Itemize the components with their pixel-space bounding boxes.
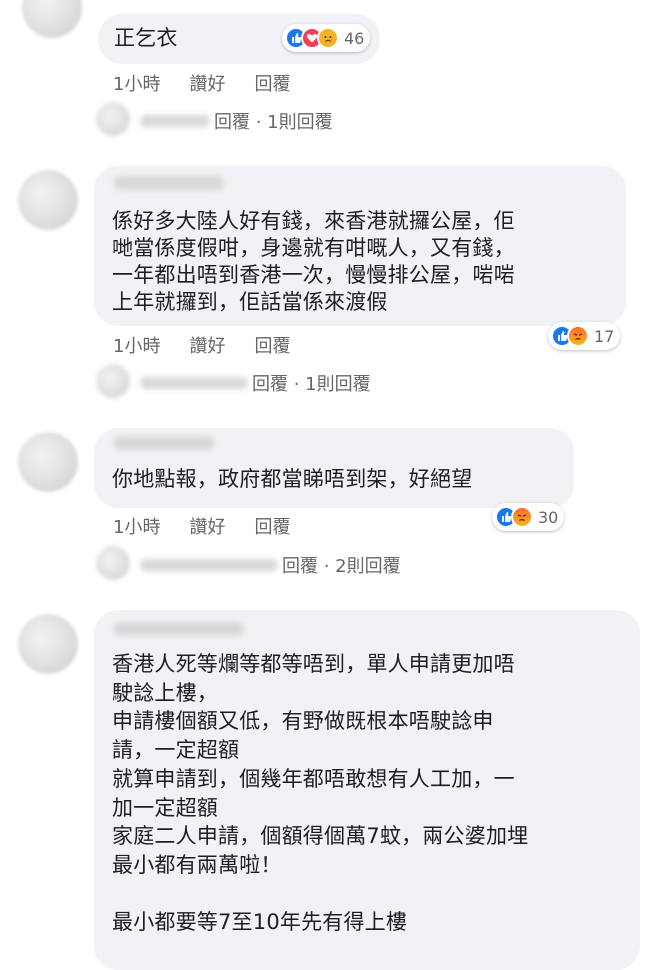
like-button[interactable]: 讚好: [189, 70, 225, 96]
view-replies-link[interactable]: 回覆 · 1則回覆: [140, 370, 371, 396]
commenter-name-blurred: [114, 436, 214, 450]
commenter-avatar[interactable]: [18, 432, 78, 492]
reply-author-blurred: [140, 559, 278, 571]
commenter-avatar[interactable]: [18, 614, 78, 674]
reply-avatar: [96, 102, 130, 136]
commenter-name-blurred: [114, 622, 244, 636]
reply-author-blurred: [140, 377, 248, 389]
comment-actions: 1小時 讚好 回覆: [113, 70, 290, 96]
reaction-summary[interactable]: 17: [548, 322, 621, 350]
commenter-avatar[interactable]: [22, 0, 82, 38]
reply-button[interactable]: 回覆: [254, 332, 290, 358]
reaction-count: 17: [594, 326, 615, 346]
reply-summary: 回覆 · 2則回覆: [282, 556, 401, 577]
reply-summary: 回覆 · 1則回覆: [214, 112, 333, 133]
reaction-summary[interactable]: 30: [492, 503, 565, 531]
comment-bubble: 香港人死等爛等都等唔到，單人申請更加唔 駛諗上樓， 申請樓個額又低，有野做既根本…: [94, 610, 640, 970]
like-button[interactable]: 讚好: [189, 513, 225, 539]
comment-text: 你地點報，政府都當睇唔到架，好絕望: [112, 467, 473, 491]
reply-avatar: [96, 546, 130, 580]
comment-bubble: 你地點報，政府都當睇唔到架，好絕望: [94, 428, 574, 508]
reaction-count: 30: [538, 507, 559, 527]
sad-reaction-icon: [317, 27, 339, 49]
reaction-count: 46: [344, 28, 365, 48]
comment-actions: 1小時 讚好 回覆: [113, 513, 290, 539]
comment-time[interactable]: 1小時: [113, 513, 160, 539]
view-replies-link[interactable]: 回覆 · 1則回覆: [140, 108, 333, 134]
comment-text: 正乞衣: [114, 26, 178, 50]
commenter-avatar[interactable]: [18, 170, 78, 230]
like-button[interactable]: 讚好: [189, 332, 225, 358]
comment-time[interactable]: 1小時: [113, 70, 160, 96]
comment-text: 香港人死等爛等都等唔到，單人申請更加唔 駛諗上樓， 申請樓個額又低，有野做既根本…: [112, 652, 529, 935]
view-replies-link[interactable]: 回覆 · 2則回覆: [140, 552, 401, 578]
angry-reaction-icon: [567, 325, 589, 347]
reply-avatar: [96, 364, 130, 398]
comment-bubble: 係好多大陸人好有錢，來香港就攞公屋，佢 哋當係度假咁，身邊就有咁嘅人，又有錢， …: [94, 166, 626, 326]
reply-button[interactable]: 回覆: [254, 513, 290, 539]
reply-summary: 回覆 · 1則回覆: [252, 374, 371, 395]
reaction-summary[interactable]: 46: [282, 24, 371, 52]
angry-reaction-icon: [511, 506, 533, 528]
reply-button[interactable]: 回覆: [254, 70, 290, 96]
comment-text: 係好多大陸人好有錢，來香港就攞公屋，佢 哋當係度假咁，身邊就有咁嘅人，又有錢， …: [112, 209, 515, 314]
commenter-name-blurred: [114, 176, 224, 190]
reply-author-blurred: [140, 115, 210, 127]
comment-time[interactable]: 1小時: [113, 332, 160, 358]
comment-actions: 1小時 讚好 回覆: [113, 332, 290, 358]
